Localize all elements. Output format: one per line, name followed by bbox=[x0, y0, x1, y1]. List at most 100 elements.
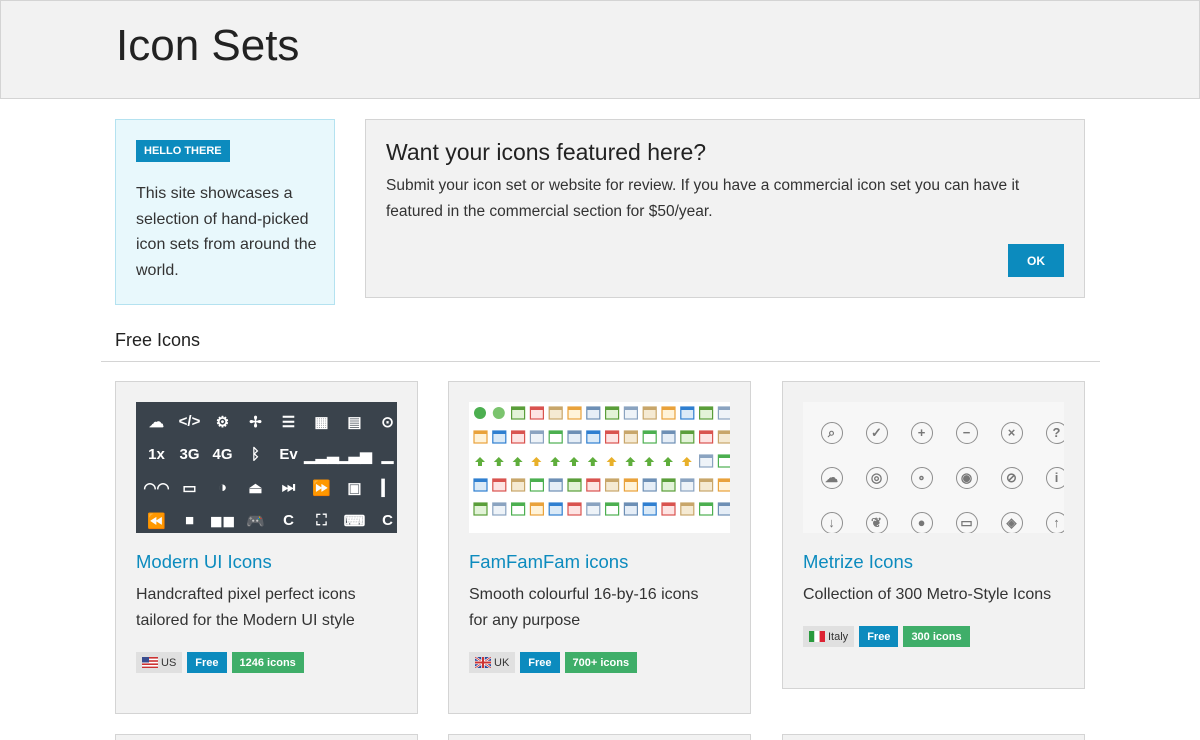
modern-ui-glyph-icon: ᛒ bbox=[250, 446, 260, 463]
metrize-glyph-icon: ↓ bbox=[809, 500, 854, 533]
metrize-circle-icon: ▭ bbox=[955, 511, 978, 533]
famfamfam-tile-icon bbox=[680, 406, 695, 420]
famfamfam-tile-icon bbox=[548, 430, 563, 444]
famfamfam-tile-icon bbox=[699, 454, 714, 468]
famfamfam-tile-icon bbox=[699, 406, 714, 420]
metrize-glyph-icon: ◎ bbox=[854, 455, 899, 500]
modern-ui-glyph-icon: </> bbox=[178, 413, 201, 430]
famfamfam-tile-icon bbox=[473, 478, 488, 492]
icon-set-card-metrize[interactable]: ⌕ ✓ + − ×? ☁ ◎ ∘ ◉ ⊘ i ↓ ❦ ● ▭ ◈ ↑ Metrize Icons Collect… bbox=[782, 381, 1085, 689]
metrize-glyph-icon: + bbox=[899, 410, 944, 455]
metrize-circle-icon: − bbox=[955, 421, 978, 444]
famfamfam-tile-icon bbox=[605, 502, 620, 516]
modern-ui-glyph-icon: ✢ bbox=[249, 413, 262, 431]
famfamfam-tile-icon bbox=[510, 406, 526, 420]
hello-text: This site showcases a selection of hand-… bbox=[136, 185, 317, 280]
country-tag: Italy bbox=[803, 626, 855, 647]
metrize-circle-icon: ◈ bbox=[1000, 511, 1023, 533]
icon-set-card-partial[interactable] bbox=[115, 734, 418, 740]
icon-count-tag: 700+ icons bbox=[564, 652, 638, 673]
famfamfam-tile-icon bbox=[642, 478, 657, 492]
famfamfam-tile-icon bbox=[680, 430, 695, 444]
famfamfam-tile-icon bbox=[717, 454, 730, 468]
metrize-glyph-icon: ◉ bbox=[944, 455, 989, 500]
metrize-glyph-icon: ✓ bbox=[854, 410, 899, 455]
metrize-glyph-icon: ? bbox=[1034, 410, 1064, 455]
famfamfam-thumbnail[interactable] bbox=[469, 402, 730, 533]
modern-ui-glyph-icon: ▎ bbox=[381, 479, 394, 497]
famfamfam-tile-icon bbox=[717, 502, 730, 516]
famfamfam-tile-icon bbox=[567, 406, 582, 420]
modern-ui-glyph-icon: ▭ bbox=[182, 479, 197, 497]
famfamfam-tile-icon bbox=[623, 478, 638, 492]
card-title-link[interactable]: Modern UI Icons bbox=[136, 551, 272, 573]
modern-ui-glyph-icon: ▣ bbox=[347, 479, 362, 497]
metrize-glyph-icon: ☁ bbox=[809, 455, 854, 500]
icon-set-card-famfamfam[interactable]: FamFamFam icons Smooth colourful 16-by-1… bbox=[448, 381, 751, 714]
metrize-circle-icon: i bbox=[1045, 466, 1064, 489]
card-tags: US Free 1246 icons bbox=[136, 652, 304, 673]
metrize-thumbnail[interactable]: ⌕ ✓ + − ×? ☁ ◎ ∘ ◉ ⊘ i ↓ ❦ ● ▭ ◈ ↑ bbox=[803, 402, 1064, 533]
modern-ui-glyph-icon: ⏩ bbox=[312, 479, 331, 497]
icon-set-card-partial[interactable] bbox=[782, 734, 1085, 740]
metrize-circle-icon: ◎ bbox=[865, 466, 888, 489]
modern-ui-glyph-icon: ☰ bbox=[281, 413, 296, 431]
famfamfam-tile-icon bbox=[605, 478, 620, 492]
metrize-circle-icon: × bbox=[1000, 421, 1023, 444]
page-title: Icon Sets bbox=[116, 21, 300, 70]
famfamfam-tile-icon bbox=[681, 457, 692, 466]
famfamfam-tile-icon bbox=[510, 478, 526, 492]
famfamfam-tile-icon bbox=[661, 502, 676, 516]
famfamfam-tile-icon bbox=[567, 430, 582, 444]
famfamfam-tile-icon bbox=[717, 406, 730, 420]
modern-ui-glyph-icon: ▤ bbox=[347, 413, 362, 431]
modern-ui-glyph-icon: ⚙ bbox=[215, 413, 230, 431]
page-header: Icon Sets bbox=[0, 0, 1200, 99]
modern-ui-glyph-icon: ⛶ bbox=[316, 512, 327, 529]
modern-ui-glyph-icon: 3G bbox=[179, 446, 200, 463]
modern-ui-glyph-icon: C bbox=[283, 512, 294, 529]
metrize-glyph-icon: ● bbox=[899, 500, 944, 533]
famfamfam-tile-icon bbox=[680, 478, 695, 492]
famfamfam-tile-icon bbox=[717, 478, 730, 492]
card-description: Handcrafted pixel perfect icons tailored… bbox=[136, 586, 356, 629]
modern-ui-thumbnail[interactable]: ☁ </> ⚙ ✢ ☰ ▦ ▤ ⊙ 1x 3G 4G ᛒ Ev ▁▂▃ ▁▃▅ ▁ ◠◠ ▭ ◑ ⏏ ⏭ ⏩ ▣ ▎ ⏪ ■ ◼◼ 🎮… bbox=[136, 402, 397, 533]
famfamfam-tile-icon bbox=[644, 457, 655, 466]
license-tag: Free bbox=[187, 652, 227, 673]
modern-ui-glyph-icon: ◼◼ bbox=[210, 512, 235, 530]
card-title-link[interactable]: Metrize Icons bbox=[803, 551, 913, 573]
icon-set-card-modern-ui[interactable]: ☁ </> ⚙ ✢ ☰ ▦ ▤ ⊙ 1x 3G 4G ᛒ Ev ▁▂▃ ▁▃▅ ▁ ◠◠ ▭ ◑ ⏏ ⏭ ⏩ ▣ ▎ ⏪ ■ ◼◼ 🎮… bbox=[115, 381, 418, 714]
famfamfam-tile-icon bbox=[567, 478, 582, 492]
icon-set-card-partial[interactable] bbox=[448, 734, 751, 740]
metrize-circle-icon: + bbox=[910, 421, 933, 444]
card-tags: Italy Free 300 icons bbox=[803, 626, 970, 647]
modern-ui-glyph-icon: ▁▃▅ bbox=[337, 446, 372, 464]
metrize-circle-icon: ☁ bbox=[820, 466, 843, 489]
country-tag: UK bbox=[469, 652, 516, 673]
modern-ui-glyph-icon: ⏭ bbox=[281, 479, 296, 496]
famfamfam-tile-icon bbox=[623, 406, 638, 420]
feature-panel: Want your icons featured here? Submit yo… bbox=[365, 119, 1085, 298]
famfamfam-tile-icon bbox=[512, 457, 523, 466]
metrize-circle-icon: ✓ bbox=[865, 421, 888, 444]
famfamfam-tile-icon bbox=[510, 502, 526, 516]
famfamfam-tile-icon bbox=[587, 457, 598, 466]
ok-button[interactable]: OK bbox=[1008, 244, 1064, 277]
us-flag-icon bbox=[142, 657, 158, 668]
metrize-glyph-icon: ⌕ bbox=[809, 410, 854, 455]
famfamfam-tile-icon bbox=[492, 430, 507, 444]
famfamfam-tile-icon bbox=[567, 502, 582, 516]
country-label: Italy bbox=[828, 630, 849, 643]
metrize-glyph-icon: ▭ bbox=[944, 500, 989, 533]
feature-text: Submit your icon set or website for revi… bbox=[386, 177, 1020, 220]
modern-ui-glyph-icon: ■ bbox=[184, 512, 195, 529]
metrize-circle-icon: ↑ bbox=[1045, 511, 1064, 533]
metrize-glyph-icon: × bbox=[989, 410, 1034, 455]
famfamfam-tile-icon bbox=[663, 457, 673, 466]
modern-ui-glyph-icon: C bbox=[382, 512, 393, 529]
card-title-link[interactable]: FamFamFam icons bbox=[469, 551, 628, 573]
famfamfam-tile-icon bbox=[529, 478, 545, 492]
country-tag: US bbox=[136, 652, 183, 673]
metrize-circle-icon: ∘ bbox=[910, 466, 933, 489]
license-tag: Free bbox=[520, 652, 560, 673]
